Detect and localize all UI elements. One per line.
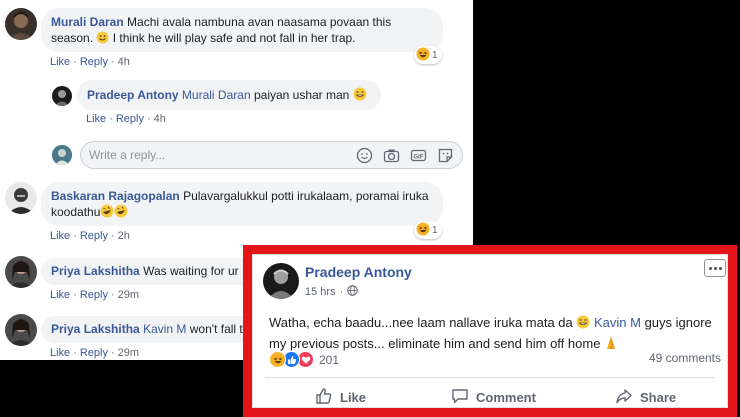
like-button-label: Like — [340, 390, 367, 405]
comment-actions: Like · Reply · 4h — [50, 56, 130, 68]
avatar[interactable] — [263, 263, 299, 299]
like-link[interactable]: Like — [50, 347, 70, 359]
camera-icon[interactable] — [383, 147, 400, 164]
comment-bubble: Murali Daran Machi avala nambuna avan na… — [41, 8, 443, 52]
comment-text: I think he will play safe and not fall i… — [109, 31, 356, 45]
haha-reaction-icon — [416, 222, 430, 239]
comment-text: won't fall t — [189, 322, 243, 336]
post-reactions[interactable]: 201 — [269, 351, 339, 368]
svg-text:GIF: GIF — [414, 154, 424, 160]
comment-bubble: Priya Lakshitha Was waiting for ur — [41, 258, 266, 285]
reaction-badge[interactable]: 1 — [414, 46, 442, 64]
comment-bubble: Pradeep Antony Murali Daran paiyan ushar… — [77, 80, 381, 110]
avatar[interactable] — [5, 182, 37, 214]
comment-actions: Like · Reply · 4h — [86, 113, 166, 125]
reaction-count: 1 — [432, 225, 438, 236]
like-link[interactable]: Like — [50, 56, 70, 68]
comment-bubble: Priya Lakshitha Kavin M won't fall t — [41, 316, 266, 343]
divider — [265, 377, 715, 378]
comment-author[interactable]: Murali Daran — [51, 15, 124, 29]
reply-link[interactable]: Reply — [80, 230, 108, 242]
post-author[interactable]: Pradeep Antony — [305, 264, 412, 280]
avatar[interactable] — [5, 256, 37, 288]
rofl-emoji-icon — [100, 204, 114, 222]
comment-text: koodathu — [51, 205, 101, 219]
post-text: Watha, echa baadu...nee laam nallave iru… — [269, 313, 724, 355]
more-options-button[interactable] — [704, 259, 726, 277]
like-link[interactable]: Like — [50, 230, 70, 242]
comment-author[interactable]: Baskaran Rajagopalan — [51, 189, 180, 203]
post-time[interactable]: 15 hrs — [305, 286, 336, 298]
comment-button-label: Comment — [476, 390, 536, 405]
gif-icon[interactable]: GIF — [410, 147, 427, 164]
reaction-count: 1 — [432, 50, 438, 61]
comment-actions: Like · Reply · 2h — [50, 230, 130, 242]
comment-actions: Like · Reply · 29m — [50, 289, 140, 301]
post-text-line: my previous posts... eliminate him and s… — [269, 336, 605, 351]
smile-emoji-icon — [96, 31, 109, 48]
post-card: Pradeep Antony 15 hrs · Watha, echa baad… — [252, 254, 728, 408]
reaction-badge[interactable]: 1 — [414, 221, 442, 239]
sticker-icon[interactable] — [437, 147, 454, 164]
comment-text: Was waiting for ur — [143, 264, 239, 278]
avatar — [52, 145, 72, 165]
comment-author[interactable]: Pradeep Antony — [87, 88, 179, 102]
comment-actions: Like · Reply · 29m — [50, 347, 140, 359]
reply-box: GIF — [80, 141, 463, 169]
comment-author[interactable]: Priya Lakshitha — [51, 264, 140, 278]
post-meta: 15 hrs · — [305, 285, 359, 299]
haha-reaction-icon — [416, 47, 430, 64]
comments-count-link[interactable]: 49 comments — [649, 351, 721, 365]
comment-bubble: Baskaran Rajagopalan Pulavargalukkul pot… — [41, 182, 443, 226]
comment-mention[interactable]: Murali Daran — [182, 88, 251, 102]
like-link[interactable]: Like — [50, 289, 70, 301]
globe-icon — [347, 285, 359, 299]
comment-time[interactable]: 2h — [118, 230, 130, 242]
rofl-emoji-icon — [114, 204, 128, 222]
reply-link[interactable]: Reply — [116, 113, 144, 125]
share-button[interactable]: Share — [615, 387, 676, 408]
comment-text: Machi avala nambuna avan naasama povaan … — [127, 15, 392, 29]
avatar[interactable] — [52, 86, 72, 106]
avatar[interactable] — [5, 8, 37, 40]
reply-input[interactable] — [89, 146, 339, 164]
post-text-line: Watha, echa baadu...nee laam nallave iru… — [269, 315, 577, 330]
comment-time[interactable]: 4h — [154, 113, 166, 125]
reaction-count: 201 — [319, 352, 340, 367]
reply-link[interactable]: Reply — [80, 56, 108, 68]
folded-hands-emoji-icon — [604, 336, 618, 355]
post-text-line: guys ignore — [640, 315, 712, 330]
haha-reaction-icon — [269, 351, 286, 368]
comment-text: paiyan ushar man — [253, 88, 350, 102]
post-mention[interactable]: Kavin M — [594, 315, 641, 330]
reply-link[interactable]: Reply — [80, 347, 108, 359]
comment-mention[interactable]: Kavin M — [143, 322, 186, 336]
comment-text: Pulavargalukkul potti irukalaam, poramai… — [183, 189, 429, 203]
like-link[interactable]: Like — [86, 113, 106, 125]
comment-time[interactable]: 29m — [118, 289, 139, 301]
meta-separator: · — [339, 286, 344, 298]
grin-emoji-icon — [353, 87, 367, 105]
grin-emoji-icon — [576, 315, 590, 334]
share-button-label: Share — [640, 390, 677, 405]
like-button[interactable]: Like — [315, 387, 366, 408]
comment-time[interactable]: 4h — [118, 56, 130, 68]
highlight-frame: Pradeep Antony 15 hrs · Watha, echa baad… — [243, 245, 737, 417]
thumbs-up-icon — [315, 387, 333, 408]
reply-link[interactable]: Reply — [80, 289, 108, 301]
comment-text: season. — [51, 31, 97, 45]
share-icon — [615, 387, 633, 408]
comment-icon — [451, 387, 469, 408]
emoji-icon[interactable] — [356, 147, 373, 164]
comment-button[interactable]: Comment — [451, 387, 536, 408]
comment-time[interactable]: 29m — [118, 347, 139, 359]
avatar[interactable] — [5, 314, 37, 346]
comment-author[interactable]: Priya Lakshitha — [51, 322, 140, 336]
